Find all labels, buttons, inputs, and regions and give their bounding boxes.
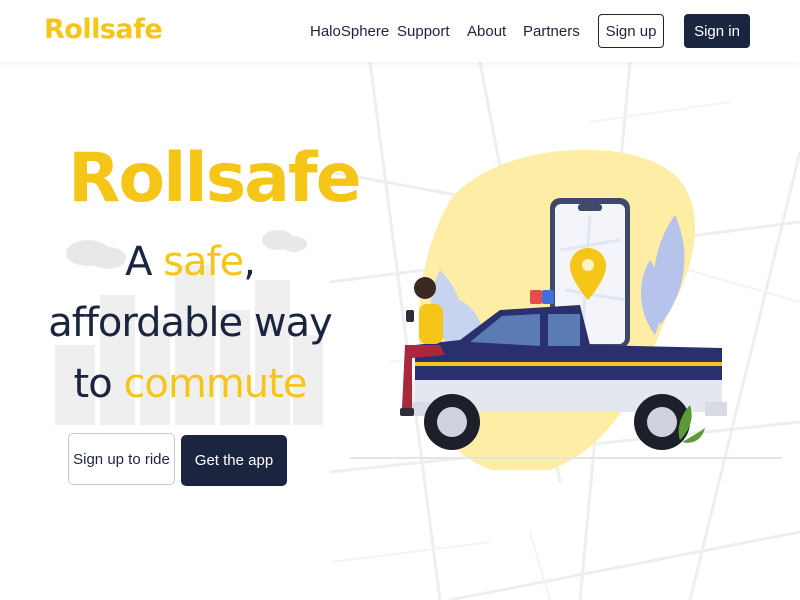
header-logo[interactable]: Rollsafe (44, 14, 163, 45)
nav-partners[interactable]: Partners (523, 23, 580, 40)
sign-in-button[interactable]: Sign in (684, 14, 750, 48)
hero-brand-title: Rollsafe (68, 139, 362, 218)
sign-up-button[interactable]: Sign up (598, 14, 664, 48)
tagline-line-1: A safe, (125, 239, 256, 285)
hero-illustration (350, 149, 782, 470)
nav-halosphere[interactable]: HaloSphere (310, 23, 389, 40)
get-the-app-button[interactable]: Get the app (181, 435, 287, 486)
nav-support[interactable]: Support (397, 23, 450, 40)
tagline-line-3: to commute (73, 361, 308, 407)
tagline-line-2: affordable way (48, 300, 333, 346)
site-header: Rollsafe HaloSphere Support About Partne… (0, 0, 800, 62)
nav-about[interactable]: About (467, 23, 506, 40)
sign-up-to-ride-button[interactable]: Sign up to ride (68, 433, 175, 485)
